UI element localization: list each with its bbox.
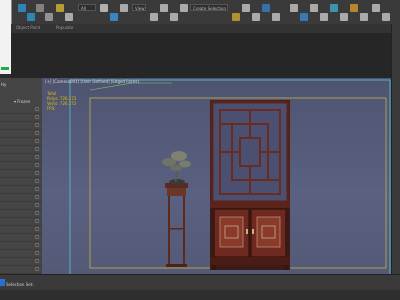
material-editor-icon[interactable]: [372, 4, 380, 12]
lattice-cabinet: [210, 100, 290, 270]
list-item[interactable]: [0, 250, 42, 258]
freeze-toggle[interactable]: [35, 155, 39, 159]
select-filter-icon[interactable]: [65, 13, 73, 21]
rect-select-icon[interactable]: [120, 4, 128, 12]
list-item[interactable]: [0, 234, 42, 242]
freeze-toggle[interactable]: [35, 123, 39, 127]
freeze-toggle[interactable]: [35, 139, 39, 143]
viewport-statistics: Total Polys: 726,172 Verts: 726,172 FPS:: [47, 91, 76, 111]
align-icon[interactable]: [320, 13, 328, 21]
list-item[interactable]: [0, 122, 42, 130]
selection-set-label: Selection Set:: [6, 282, 34, 287]
rotate-icon[interactable]: [170, 13, 178, 21]
curve-editor-icon[interactable]: [350, 4, 358, 12]
list-item[interactable]: [0, 146, 42, 154]
viewport-label-menu[interactable]: [+] [Camera001] [User Defined] [Edged Fa…: [45, 79, 139, 84]
freeze-toggle[interactable]: [35, 195, 39, 199]
percent-snap-icon[interactable]: [272, 13, 280, 21]
redo-icon[interactable]: [27, 13, 35, 21]
layer-icon[interactable]: [330, 4, 338, 12]
plant-stand: [165, 183, 188, 267]
list-item[interactable]: [0, 178, 42, 186]
viewport-scene: [69, 79, 391, 281]
list-item[interactable]: [0, 210, 42, 218]
reference-coord-dropdown[interactable]: View: [132, 4, 146, 11]
scene-explorer-list: [0, 78, 42, 274]
list-item[interactable]: [0, 106, 42, 114]
freeze-toggle[interactable]: [35, 235, 39, 239]
list-item[interactable]: [0, 266, 42, 274]
freeze-toggle[interactable]: [35, 187, 39, 191]
freeze-toggle[interactable]: [35, 259, 39, 263]
graphite-icon[interactable]: [340, 13, 348, 21]
move-icon[interactable]: [160, 4, 168, 12]
freeze-toggle[interactable]: [35, 171, 39, 175]
list-item[interactable]: [0, 242, 42, 250]
ribbon-panel: [11, 33, 400, 78]
freeze-toggle[interactable]: [35, 211, 39, 215]
time-slider[interactable]: [0, 274, 400, 291]
angle-snap-icon[interactable]: [262, 4, 270, 12]
freeze-toggle[interactable]: [35, 147, 39, 151]
freeze-toggle[interactable]: [35, 267, 39, 271]
freeze-toggle[interactable]: [35, 227, 39, 231]
selection-lock-icon[interactable]: [0, 279, 5, 286]
snap-icon[interactable]: [252, 13, 260, 21]
spinner-snap-icon[interactable]: [290, 4, 298, 12]
freeze-toggle[interactable]: [35, 251, 39, 255]
pivot-icon[interactable]: [242, 4, 250, 12]
green-status-indicator: [1, 67, 9, 70]
list-item[interactable]: [0, 226, 42, 234]
explorer-header-label: Hy: [1, 82, 7, 87]
freeze-toggle[interactable]: [35, 219, 39, 223]
freeze-toggle[interactable]: [35, 179, 39, 183]
tab-populate[interactable]: Populate: [56, 25, 73, 30]
frozen-column-header[interactable]: ▾ Frozen: [14, 99, 30, 104]
list-item[interactable]: [0, 154, 42, 162]
freeze-toggle[interactable]: [35, 203, 39, 207]
list-item[interactable]: [0, 138, 42, 146]
named-selection-dropdown[interactable]: Create Selection Se: [190, 4, 228, 11]
list-item[interactable]: [0, 258, 42, 266]
bonsai-plant: [162, 151, 191, 185]
list-item[interactable]: [0, 130, 42, 138]
list-item[interactable]: [0, 186, 42, 194]
reference-coord-icon[interactable]: [232, 13, 240, 21]
stats-line: FPS:: [47, 106, 56, 111]
freeze-toggle[interactable]: [35, 243, 39, 247]
schematic-icon[interactable]: [360, 13, 368, 21]
camera-line: [89, 82, 172, 91]
scale-icon[interactable]: [180, 4, 188, 12]
link-icon[interactable]: [36, 4, 44, 12]
selection-filter-dropdown[interactable]: All: [78, 4, 96, 11]
freeze-toggle[interactable]: [35, 163, 39, 167]
select-by-name-icon[interactable]: [110, 13, 118, 21]
camera-viewport[interactable]: [42, 78, 391, 290]
list-item[interactable]: [0, 162, 42, 170]
mirror-icon[interactable]: [310, 4, 318, 12]
named-selection-icon[interactable]: [300, 13, 308, 21]
list-item[interactable]: [0, 114, 42, 122]
status-bar: [0, 290, 400, 300]
render-setup-icon[interactable]: [382, 13, 390, 21]
tab-object-paint[interactable]: Object Paint: [16, 25, 40, 30]
undo-icon[interactable]: [18, 4, 26, 12]
select-icon[interactable]: [100, 4, 108, 12]
command-panel[interactable]: [391, 24, 400, 300]
freeze-toggle[interactable]: [35, 115, 39, 119]
list-item[interactable]: [0, 202, 42, 210]
list-item[interactable]: [0, 170, 42, 178]
list-item[interactable]: [0, 194, 42, 202]
window-crossing-icon[interactable]: [150, 13, 158, 21]
unlink-icon[interactable]: [45, 13, 53, 21]
freeze-toggle[interactable]: [35, 131, 39, 135]
main-toolbar: All View Create Selection Se: [0, 0, 400, 24]
bind-icon[interactable]: [56, 4, 64, 12]
list-item[interactable]: [0, 218, 42, 226]
freeze-toggle[interactable]: [35, 107, 39, 111]
